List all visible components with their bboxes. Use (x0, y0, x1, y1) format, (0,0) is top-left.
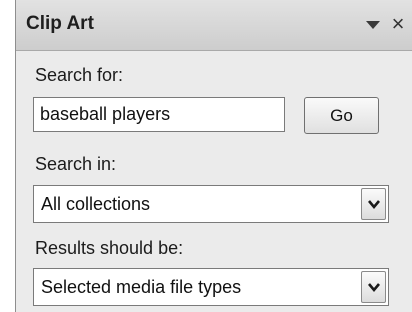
pane-title-bar: Clip Art × (16, 0, 412, 51)
dropdown-arrow-icon (367, 200, 380, 210)
results-label: Results should be: (35, 238, 184, 258)
search-in-label: Search in: (35, 154, 117, 174)
chevron-down-icon (366, 21, 380, 29)
search-input[interactable] (33, 97, 285, 132)
results-value: Selected media file types (41, 276, 242, 297)
dropdown-arrow-icon (367, 283, 380, 293)
results-select[interactable]: Selected media file types (33, 268, 389, 306)
results-dropdown-button[interactable] (361, 271, 386, 303)
search-for-label: Search for: (35, 65, 124, 85)
search-in-dropdown-button[interactable] (361, 188, 386, 220)
pane-title: Clip Art (26, 13, 94, 34)
clip-art-pane: Clip Art × Search for: Go Search in: All… (15, 0, 412, 312)
search-in-value: All collections (41, 193, 151, 214)
close-icon[interactable]: × (388, 12, 408, 36)
search-in-select[interactable]: All collections (33, 185, 389, 223)
go-button[interactable]: Go (304, 97, 379, 134)
pane-menu-icon[interactable] (364, 17, 382, 33)
